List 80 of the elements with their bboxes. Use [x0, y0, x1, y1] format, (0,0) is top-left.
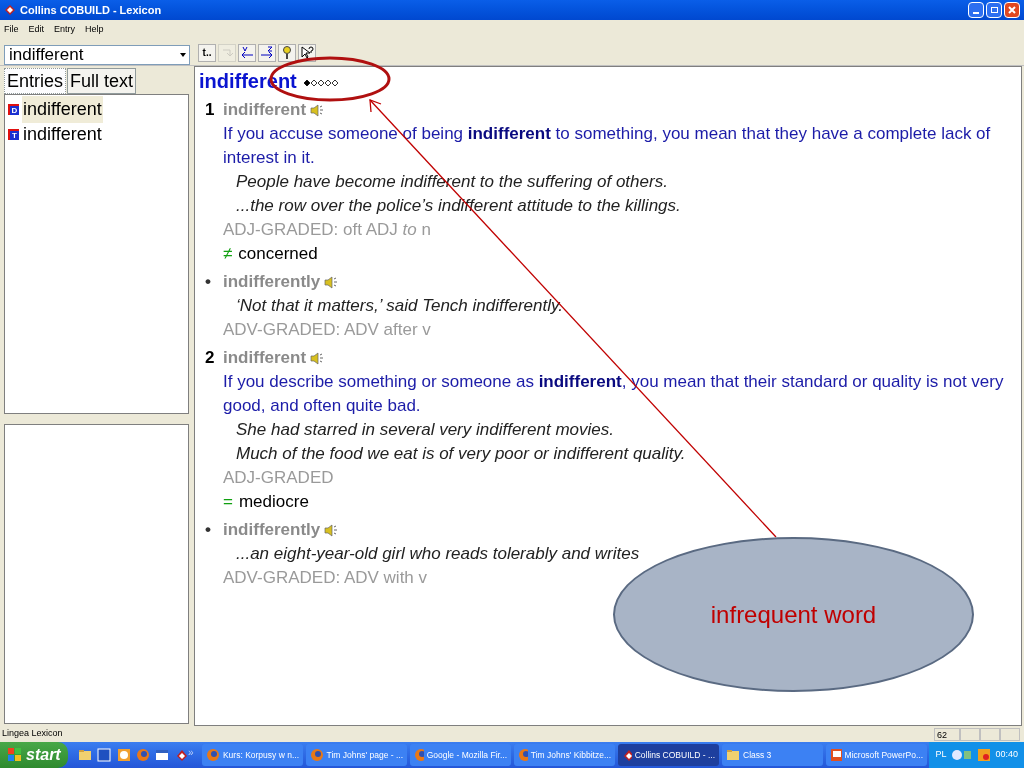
sense-word: indifferently — [223, 271, 321, 293]
menu-item[interactable]: File — [4, 23, 19, 37]
example-sentence: She had starred in several very indifferent movies. — [235, 419, 615, 441]
close-button[interactable] — [1004, 2, 1020, 18]
status-count: 62 — [934, 727, 960, 741]
browser-icon — [414, 748, 424, 762]
grammar-note: ADV-GRADED: ADV with v — [223, 567, 429, 589]
status-panel — [980, 727, 1000, 741]
relation-symbol: = — [223, 491, 233, 513]
taskbar-button[interactable]: Collins COBUILD - ... — [618, 744, 719, 766]
grammar-note: ADV-GRADED: ADV after v — [223, 319, 432, 341]
menu-item[interactable]: Edit — [28, 23, 45, 37]
arrow-icon — [221, 46, 233, 59]
window-title: Collins COBUILD - Lexicon — [20, 2, 162, 18]
sort-arrow-icon — [260, 45, 274, 60]
window-icon — [155, 748, 169, 762]
dropdown-arrow-icon[interactable] — [180, 52, 186, 57]
status-panel — [1000, 727, 1020, 741]
clock: 00:40 — [995, 748, 1018, 762]
slides-icon — [830, 748, 842, 762]
sense-word: indifferently — [223, 519, 321, 541]
entry-word[interactable]: indifferent — [22, 96, 103, 123]
status-text: Lingea Lexicon — [2, 727, 63, 741]
bullet: • — [205, 519, 212, 541]
search-field[interactable]: indifferent — [4, 44, 190, 65]
sort-button[interactable] — [258, 43, 276, 62]
pointer-help-icon — [300, 45, 314, 60]
folder-icon — [726, 748, 740, 762]
next-button[interactable]: t.. — [198, 43, 216, 62]
sort-arrow-icon — [240, 45, 254, 60]
folder-icon — [78, 748, 92, 762]
browser-icon — [310, 748, 324, 762]
menu-item[interactable]: Help — [85, 23, 104, 37]
taskbar-button[interactable]: Microsoft PowerPo... — [826, 744, 927, 766]
speaker-icon[interactable] — [310, 351, 324, 365]
taskbar-button[interactable]: Tim Johns' page - ... — [306, 744, 407, 766]
restore-button[interactable] — [986, 2, 1002, 18]
grammar-note: ADJ-GRADED: oft ADJ to n — [223, 219, 432, 241]
sense-number: 2 — [205, 347, 216, 369]
example-sentence: ...an eight-year-old girl who reads tolerably and writes — [235, 543, 641, 565]
windows-logo-icon — [8, 748, 22, 762]
sort-button[interactable] — [238, 43, 256, 62]
speaker-icon[interactable] — [324, 523, 338, 537]
example-sentence: ‘Not that it matters,’ said Tench indifferently. — [235, 295, 564, 317]
callout-text: infrequent word — [710, 599, 877, 630]
browser-icon — [206, 748, 220, 762]
browser-icon — [136, 748, 150, 762]
entry-type-icon: D — [8, 104, 19, 115]
taskbar-button[interactable]: Class 3 — [722, 744, 823, 766]
entry-type-icon: T — [8, 129, 19, 140]
taskbar-button[interactable]: Tim Johns' Kibbitze... — [514, 744, 615, 766]
bullet: • — [205, 271, 212, 293]
help-button[interactable] — [278, 43, 296, 62]
document-icon — [97, 748, 111, 762]
definition: If you accuse someone of being indifferent to something, you mean that they have a complete lack of interest in it. — [223, 123, 992, 169]
entry-word[interactable]: indifferent — [22, 121, 103, 148]
definition: If you describe something or someone as indifferent, you mean that their standard or quality is not very good, and often quite bad. — [223, 371, 1005, 417]
tab[interactable]: Full text — [67, 68, 137, 94]
clock-icon — [116, 748, 130, 762]
taskbar-button[interactable]: Kurs: Korpusy w n... — [202, 744, 303, 766]
browser-icon — [518, 748, 528, 762]
close-icon — [1008, 6, 1016, 14]
speaker-icon[interactable] — [310, 103, 324, 117]
relation-symbol: ≠ — [223, 243, 233, 265]
related-word: concerned — [238, 243, 318, 265]
tab[interactable]: Entries — [4, 68, 67, 94]
network-icon[interactable] — [951, 748, 974, 762]
sense-word: indifferent — [223, 347, 307, 369]
app-icon — [4, 4, 16, 16]
sense-word: indifferent — [223, 99, 307, 121]
minimize-button[interactable] — [968, 2, 984, 18]
example-sentence: Much of the food we eat is of very poor or indifferent quality. — [235, 443, 687, 465]
sense-number: 1 — [205, 99, 216, 121]
start-button[interactable]: start — [0, 742, 68, 768]
speaker-icon[interactable] — [324, 275, 338, 289]
taskbar-button[interactable]: Google - Mozilla Fir... — [410, 744, 511, 766]
menu-item[interactable]: Entry — [54, 23, 76, 37]
related-word: mediocre — [238, 491, 309, 513]
grammar-note: ADJ-GRADED — [223, 467, 335, 489]
status-panel — [960, 727, 980, 741]
